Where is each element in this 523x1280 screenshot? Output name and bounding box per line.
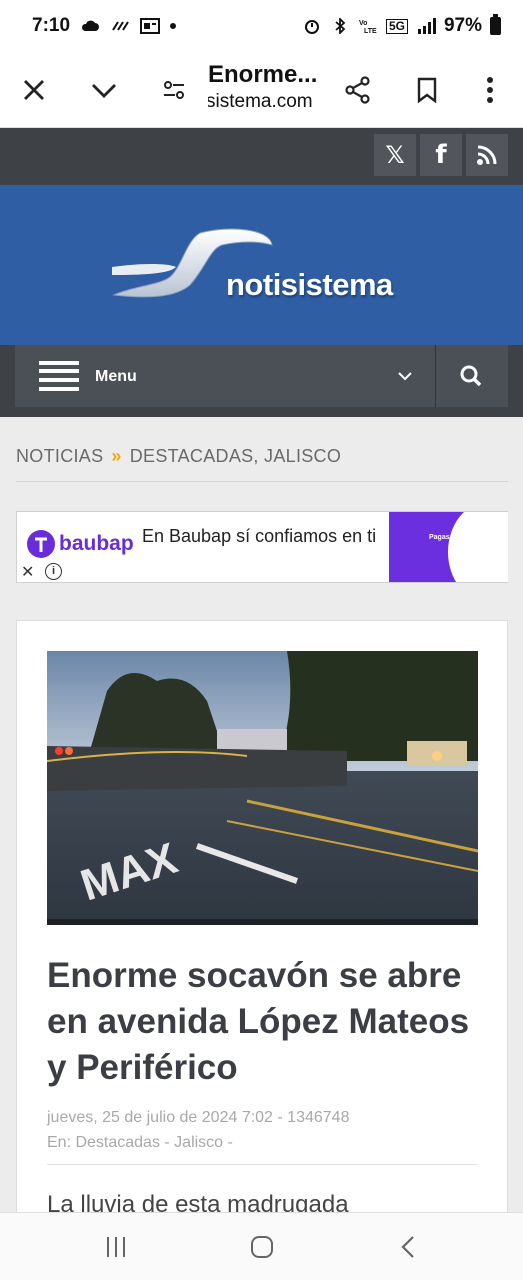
nav-divider bbox=[435, 345, 436, 407]
svg-text:LTE: LTE bbox=[364, 28, 377, 34]
network-type: 5G bbox=[385, 18, 408, 34]
status-time: 7:10 bbox=[32, 15, 71, 36]
battery-icon bbox=[490, 14, 501, 35]
more-options-button[interactable] bbox=[466, 66, 514, 114]
page-title-area[interactable]: Enorme... sistema.com bbox=[208, 60, 330, 114]
breadcrumb: NOTICIAS » DESTACADAS, JALISCO bbox=[16, 446, 341, 467]
ad-image-caption: Pagas a tiempo bbox=[429, 534, 481, 541]
chevron-down-icon[interactable] bbox=[398, 371, 412, 381]
site-settings-button[interactable] bbox=[150, 66, 198, 114]
notification-dot bbox=[170, 23, 177, 29]
chevron-down-icon bbox=[92, 84, 116, 98]
rss-icon bbox=[477, 145, 497, 165]
breadcrumb-divider bbox=[16, 481, 508, 482]
browser-toolbar: Enorme... sistema.com bbox=[0, 52, 523, 128]
x-icon: 𝕏 bbox=[385, 141, 405, 169]
ad-close-icon[interactable]: ✕ bbox=[21, 562, 34, 582]
article-meta-divider bbox=[47, 1164, 477, 1165]
article-meta: jueves, 25 de julio de 2024 7:02 - 13467… bbox=[47, 1105, 349, 1155]
weather-icon bbox=[112, 21, 129, 31]
breadcrumb-separator: » bbox=[111, 446, 122, 466]
cloud-icon bbox=[81, 20, 100, 31]
ad-image: Pagas a tiempo bbox=[389, 512, 508, 582]
close-button[interactable] bbox=[10, 66, 58, 114]
back-icon[interactable] bbox=[398, 1235, 418, 1259]
rss-link[interactable] bbox=[466, 134, 508, 176]
ad-text: En Baubap sí confiamos en ti bbox=[142, 526, 377, 546]
search-icon[interactable] bbox=[460, 365, 482, 387]
ad-brand: baubap bbox=[59, 532, 134, 555]
article-categories[interactable]: En: Destacadas - Jalisco - bbox=[47, 1130, 349, 1155]
baubap-logo-icon bbox=[27, 530, 55, 558]
ad-info-icon[interactable]: i bbox=[45, 563, 62, 580]
share-button[interactable] bbox=[334, 66, 382, 114]
x-link[interactable]: 𝕏 bbox=[374, 134, 416, 176]
article-card: MAX Enorme socavón se abre en avenida Ló… bbox=[16, 620, 508, 1280]
facebook-icon: f bbox=[435, 140, 447, 170]
system-nav-bar bbox=[0, 1212, 523, 1280]
ad-banner[interactable]: baubap En Baubap sí confiamos en ti Paga… bbox=[16, 511, 508, 583]
alarm-icon bbox=[304, 20, 319, 34]
social-bar: 𝕏 f bbox=[0, 128, 523, 185]
home-icon[interactable] bbox=[250, 1235, 274, 1259]
hamburger-icon[interactable] bbox=[39, 361, 79, 391]
bookmark-icon bbox=[417, 77, 437, 103]
news-icon bbox=[140, 18, 161, 34]
breadcrumb-categories[interactable]: DESTACADAS, JALISCO bbox=[130, 446, 341, 467]
close-icon bbox=[24, 80, 44, 100]
signal-icon bbox=[417, 18, 436, 34]
page-domain: sistema.com bbox=[208, 91, 313, 112]
more-vert-icon bbox=[487, 77, 493, 103]
bluetooth-icon bbox=[335, 18, 346, 34]
share-icon bbox=[345, 76, 370, 104]
article-date: jueves, 25 de julio de 2024 7:02 - 13467… bbox=[47, 1109, 350, 1126]
svg-text:Vo: Vo bbox=[359, 20, 367, 27]
menu-label[interactable]: Menu bbox=[95, 368, 137, 386]
status-bar: 7:10 Vo LTE 5G 97% bbox=[0, 0, 523, 52]
collapse-button[interactable] bbox=[80, 66, 128, 114]
recents-icon[interactable] bbox=[104, 1235, 128, 1259]
article-headline: Enorme socavón se abre en avenida López … bbox=[47, 956, 470, 1087]
tune-icon bbox=[164, 81, 184, 99]
logo-text: notisistema bbox=[226, 267, 393, 302]
site-header: notisistema bbox=[0, 185, 523, 345]
bookmark-button[interactable] bbox=[403, 66, 451, 114]
volte-icon: VoLTE bbox=[359, 20, 377, 34]
main-nav: Menu bbox=[15, 345, 508, 407]
page-title: Enorme... bbox=[208, 61, 318, 88]
battery-percent: 97% bbox=[443, 15, 482, 36]
ad-logo: baubap bbox=[27, 530, 134, 558]
breadcrumb-section[interactable]: NOTICIAS bbox=[16, 446, 103, 467]
facebook-link[interactable]: f bbox=[420, 134, 462, 176]
article-hero-image[interactable]: MAX bbox=[47, 651, 478, 925]
